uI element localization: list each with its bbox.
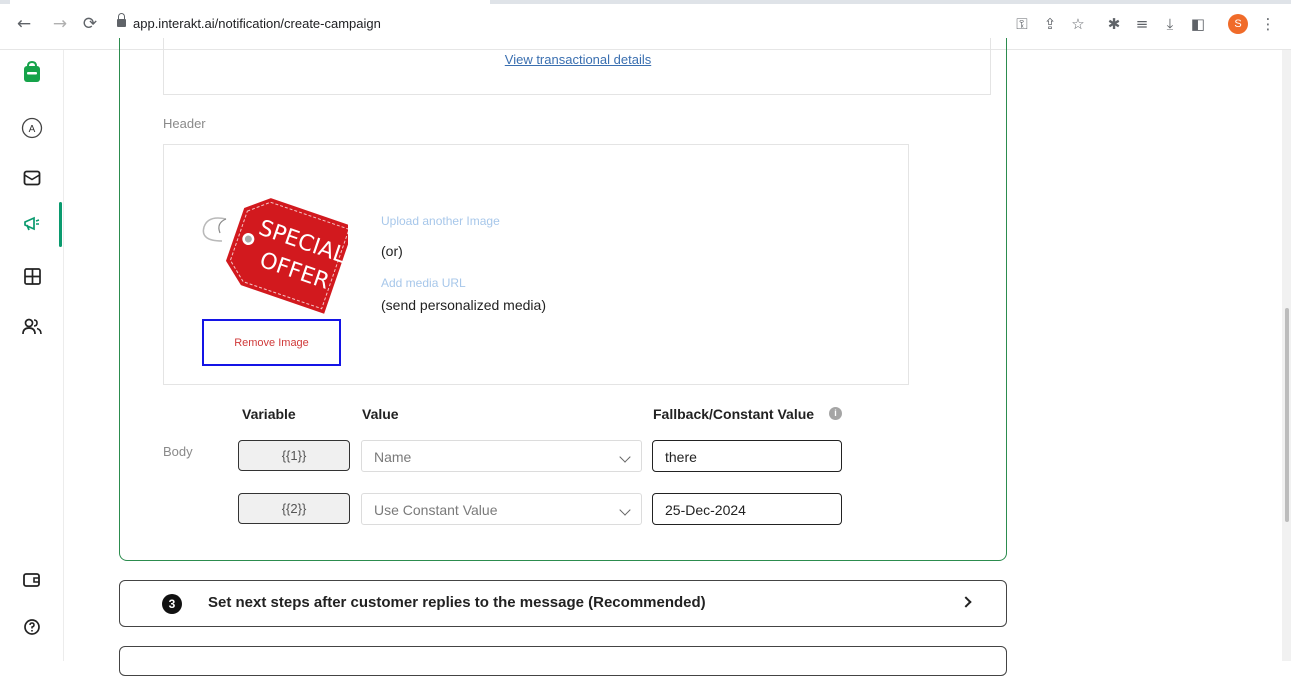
password-key-icon[interactable]: ⚿ [1012,14,1032,34]
value-1-select[interactable]: Name [361,440,642,472]
fallback-2-input[interactable]: 25-Dec-2024 [652,493,842,525]
remove-image-button[interactable]: Remove Image [202,319,341,366]
customers-users-icon[interactable] [20,314,44,338]
variable-2-pill: {{2}} [238,493,350,524]
reload-icon[interactable]: ⟳ [80,14,100,34]
personalized-media-note: (send personalized media) [381,297,546,313]
fallback-2-value: 25-Dec-2024 [665,502,746,518]
catalog-grid-icon[interactable] [20,264,44,288]
bookmark-star-icon[interactable]: ☆ [1068,14,1088,34]
special-offer-image: SPECIAL OFFER [202,198,348,314]
value-2-selected: Use Constant Value [374,502,498,518]
wallet-icon[interactable] [20,568,44,592]
extensions-puzzle-icon[interactable]: ✱ [1104,14,1124,34]
fallback-1-value: there [665,449,697,465]
back-icon[interactable]: ← [14,14,34,34]
forward-icon[interactable]: → [50,14,70,34]
help-icon[interactable] [20,615,44,639]
address-bar[interactable]: app.interakt.ai/notification/create-camp… [133,16,381,31]
transactional-details-box: View transactional details [163,38,991,95]
or-separator: (or) [381,243,403,259]
view-transactional-details-link[interactable]: View transactional details [164,52,992,67]
value-column-header: Value [362,406,399,422]
active-nav-indicator [59,202,62,247]
chrome-menu-icon[interactable]: ⋮ [1258,14,1278,34]
add-media-url-link[interactable]: Add media URL [381,276,466,290]
lock-icon[interactable] [117,13,126,27]
body-section-label: Body [163,444,193,459]
value-1-selected: Name [374,449,412,465]
active-tab[interactable] [10,0,490,4]
share-icon[interactable]: ⇪ [1040,14,1060,34]
campaign-megaphone-icon[interactable] [20,212,44,236]
variable-1-pill: {{1}} [238,440,350,471]
media-queue-icon[interactable]: ≡ [1132,14,1152,34]
account-a-icon[interactable]: A [20,116,44,140]
info-icon[interactable]: i [829,407,842,420]
value-2-select[interactable]: Use Constant Value [361,493,642,525]
download-icon[interactable]: ⤓ [1160,14,1180,34]
chevron-right-icon[interactable] [960,596,972,608]
header-section-label: Header [163,116,206,131]
remove-image-label: Remove Image [234,336,309,349]
profile-avatar[interactable]: S [1228,14,1248,34]
chevron-down-icon [619,504,631,516]
tab-strip [0,0,1291,4]
upload-another-image-link[interactable]: Upload another Image [381,214,500,228]
svg-text:A: A [29,124,36,135]
variable-column-header: Variable [242,406,296,422]
scrollbar-thumb[interactable] [1285,308,1289,522]
step-4-accordion[interactable] [119,646,1007,676]
side-panel-icon[interactable]: ◧ [1188,14,1208,34]
interakt-logo-icon[interactable] [20,60,44,84]
inbox-icon[interactable] [20,166,44,190]
fallback-column-header: Fallback/Constant Value [653,406,815,422]
fallback-1-input[interactable]: there [652,440,842,472]
step-3-title: Set next steps after customer replies to… [208,594,706,611]
step-number-badge: 3 [162,594,182,614]
step-3-accordion[interactable]: 3 Set next steps after customer replies … [119,580,1007,627]
chevron-down-icon [619,451,631,463]
